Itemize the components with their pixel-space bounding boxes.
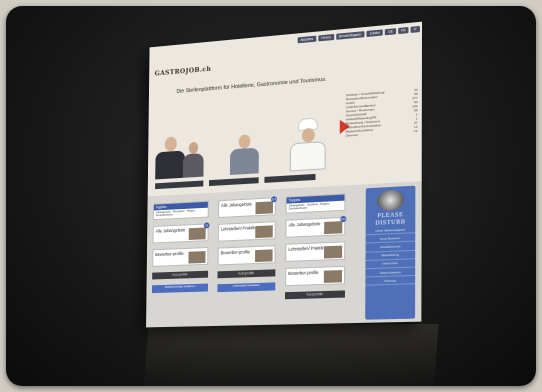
column-2: Alle Jobangebote 223 Lehrstellen/ Prakti… — [217, 197, 276, 298]
nav-firmen[interactable]: Firmen — [318, 34, 334, 41]
person-businesswoman — [183, 141, 204, 177]
count-badge: 512 — [340, 216, 346, 222]
count-badge: 53 — [204, 222, 210, 228]
side-menu: Lieber Stellenangebote Neue Bewerber Hot… — [365, 225, 415, 286]
photo-thumbnail — [324, 270, 342, 283]
column-3: Topjobs Jobangebote · Suchtext · Region … — [285, 193, 346, 305]
short-profiles-button[interactable]: Kurzprofile — [152, 271, 208, 280]
photo-thumbnail — [255, 201, 273, 214]
nav-aktuelles[interactable]: Aktuelles — [297, 36, 316, 44]
please-disturb-panel: PLEASE DISTURB Lieber Stellenangebote Ne… — [365, 186, 415, 320]
panel-text: Jobangebote · Rezeption · Region Zentral… — [154, 208, 208, 219]
photo-thumbnail — [324, 221, 342, 234]
topjobs-panel[interactable]: Topjobs Jobangebote · Suchtext · Region … — [286, 193, 346, 213]
content-area: Topjobs Jobangebote · Rezeption · Region… — [146, 181, 422, 327]
site-logo[interactable]: GASTROJOB.ch — [155, 65, 212, 78]
count-badge: 223 — [271, 196, 277, 202]
person-waitress — [230, 134, 259, 175]
website-screen: Aktuelles Firmen Berufe/Magazin Jobabo D… — [146, 22, 422, 328]
submit-cv-button[interactable]: Lebenslauf einstellen — [217, 282, 275, 292]
lang-fr[interactable]: FR — [398, 27, 409, 34]
all-jobs-card[interactable]: Alle Jobangebote 53 — [153, 223, 209, 243]
nav-berufe[interactable]: Berufe/Magazin — [336, 31, 365, 40]
hero-label-2[interactable] — [209, 177, 259, 186]
photo-thumbnail — [189, 227, 206, 240]
short-profiles-button[interactable]: Kurzprofile — [285, 290, 345, 299]
apprenticeship-card[interactable]: Lehrstellen/ Praktikum — [218, 221, 276, 241]
person-businessman — [155, 136, 185, 180]
hero-label-1[interactable] — [155, 181, 203, 190]
all-jobs-card[interactable]: Alle Jobangebote 223 — [218, 197, 276, 218]
top-navigation: Aktuelles Firmen Berufe/Magazin Jobabo D… — [297, 26, 420, 43]
topjobs-panel[interactable]: Topjobs Jobangebote · Rezeption · Region… — [153, 201, 209, 220]
person-chef — [290, 117, 326, 172]
apprenticeship-card[interactable]: Lehrstellen/ Praktikum — [285, 241, 345, 262]
all-jobs-card[interactable]: Alle Jobangebote 512 — [285, 217, 345, 238]
dial-icon — [377, 189, 404, 211]
lang-it[interactable]: IT — [411, 26, 420, 33]
side-menu-item[interactable]: Werbung — [365, 276, 415, 286]
applicant-profiles-card[interactable]: Bewerber-profile — [285, 266, 345, 286]
applicant-profiles-card[interactable]: Bewerber-profile — [218, 245, 276, 265]
nav-jobabo[interactable]: Jobabo — [366, 29, 383, 37]
photo-thumbnail — [255, 225, 273, 238]
photo-thumbnail — [188, 251, 205, 263]
column-1: Topjobs Jobangebote · Rezeption · Region… — [152, 201, 209, 299]
category-stats: Direktion / Geschäftsleitung 44 Rezeption… — [346, 88, 418, 138]
lang-de[interactable]: DE — [385, 28, 396, 35]
short-profiles-button[interactable]: Kurzprofile — [218, 269, 276, 278]
photo-thumbnail — [324, 245, 342, 258]
applicant-profiles-card[interactable]: Bewerber-profile — [152, 247, 208, 267]
panel-text: Jobangebote · Suchtext · Region Zentrals… — [287, 201, 345, 213]
post-job-button[interactable]: Stellenanzeige aufgeben — [152, 283, 208, 293]
hero-label-3[interactable] — [264, 174, 315, 183]
screen-perspective: Aktuelles Firmen Berufe/Magazin Jobabo D… — [0, 0, 542, 392]
photo-thumbnail — [255, 249, 273, 262]
